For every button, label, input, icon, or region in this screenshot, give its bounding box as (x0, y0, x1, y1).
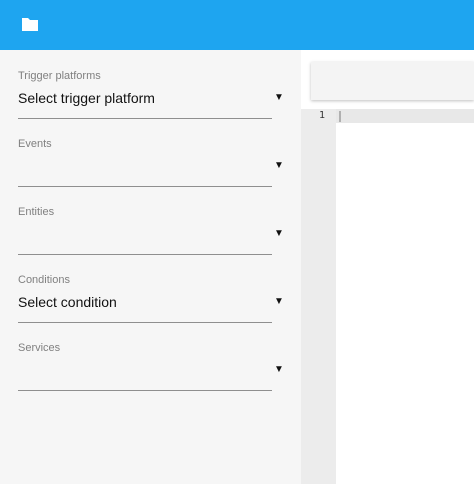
services-label: Services (18, 342, 61, 354)
services-dropdown[interactable]: Services ▼ (18, 342, 284, 394)
entities-label: Entities (18, 206, 55, 218)
chevron-down-icon[interactable]: ▼ (274, 364, 284, 376)
events-dropdown[interactable]: Events ▼ (18, 138, 284, 190)
field-underline (18, 322, 272, 323)
field-underline (18, 254, 272, 255)
text-cursor[interactable] (339, 111, 341, 122)
conditions-label: Conditions (18, 274, 70, 286)
trigger-platforms-value[interactable]: Select trigger platform (18, 90, 155, 106)
events-label: Events (18, 138, 52, 150)
line-number-gutter (301, 109, 336, 484)
trigger-platforms-label: Trigger platforms (18, 70, 101, 82)
code-editor-panel: 1 (301, 50, 474, 484)
editor-toolbar (311, 62, 474, 100)
field-underline (18, 118, 272, 119)
entities-dropdown[interactable]: Entities ▼ (18, 206, 284, 258)
chevron-down-icon[interactable]: ▼ (274, 92, 284, 104)
folder-icon[interactable] (21, 16, 39, 32)
field-underline (18, 186, 272, 187)
conditions-value[interactable]: Select condition (18, 294, 117, 310)
top-app-bar (0, 0, 474, 50)
automation-editor-panel: Trigger platforms Select trigger platfor… (0, 50, 301, 484)
field-underline (18, 390, 272, 391)
active-line-highlight (336, 109, 474, 123)
trigger-platforms-dropdown[interactable]: Trigger platforms Select trigger platfor… (18, 70, 284, 122)
chevron-down-icon[interactable]: ▼ (274, 228, 284, 240)
chevron-down-icon[interactable]: ▼ (274, 160, 284, 172)
chevron-down-icon[interactable]: ▼ (274, 296, 284, 308)
line-number: 1 (318, 110, 325, 121)
conditions-dropdown[interactable]: Conditions Select condition ▼ (18, 274, 284, 326)
